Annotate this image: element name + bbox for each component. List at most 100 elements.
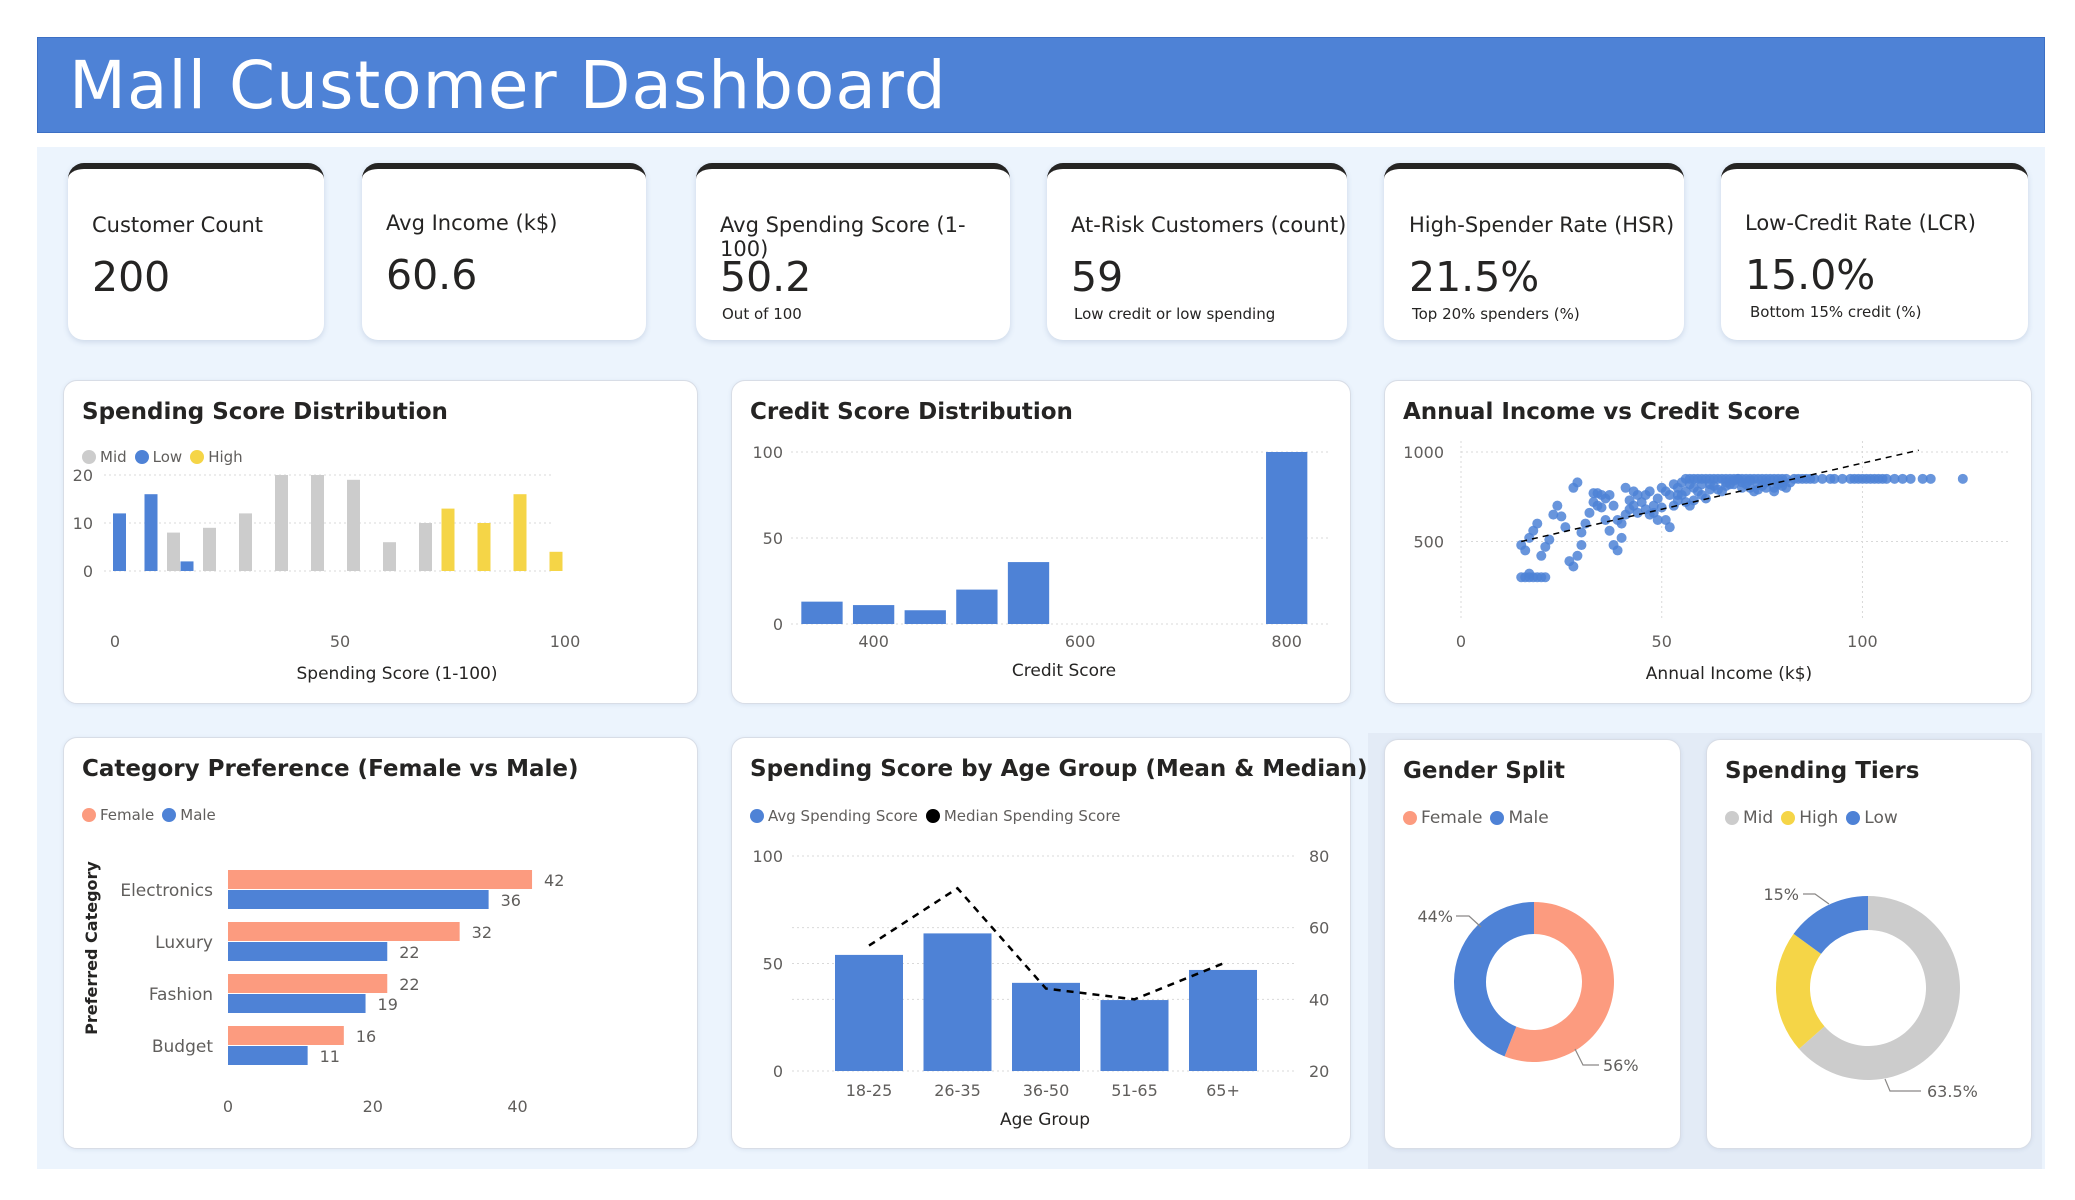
y-tick-label: 10	[73, 514, 93, 533]
x-tick-label: 40	[507, 1097, 527, 1116]
kpi-title: Customer Count	[92, 213, 264, 237]
y-tick-label: 0	[773, 615, 783, 634]
kpi-value: 59	[1071, 253, 1124, 301]
x-tick-label: 0	[1456, 632, 1466, 651]
scatter-point	[1825, 473, 1836, 484]
data-label: 32	[472, 923, 492, 942]
category-preference-chart[interactable]: Electronics4236Luxury3222Fashion2219Budg…	[64, 738, 697, 1148]
histogram-bar	[113, 513, 126, 571]
category-label: Luxury	[155, 933, 213, 953]
kpi-title: Avg Income (k$)	[386, 211, 558, 235]
scatter-point	[1652, 515, 1663, 525]
kpi-card-at-risk[interactable]: At-Risk Customers (count) 59 Low credit …	[1047, 163, 1347, 340]
scatter-point	[1532, 518, 1543, 529]
bar	[1012, 982, 1080, 1071]
histogram-bar	[180, 561, 194, 571]
y-tick-label: 0	[773, 1062, 783, 1081]
gender-split-donut[interactable]: 44% 56%	[1385, 740, 1680, 1148]
scatter-point	[1881, 473, 1892, 484]
y-tick-label: 100	[752, 847, 783, 866]
scatter-point	[1612, 515, 1623, 525]
kpi-card-avg-income[interactable]: Avg Income (k$) 60.6	[362, 163, 646, 340]
data-label: 19	[378, 995, 398, 1014]
x-tick-label: 100	[1847, 632, 1878, 651]
scatter-point	[1540, 572, 1551, 583]
kpi-card-low-credit-rate[interactable]: Low-Credit Rate (LCR) 15.0% Bottom 15% c…	[1721, 163, 2028, 340]
y-tick-label: 50	[763, 955, 783, 974]
histogram-bar	[477, 523, 491, 571]
header-bar: Mall Customer Dashboard	[37, 37, 2045, 133]
median-line	[868, 886, 1224, 1001]
kpi-card-avg-spending[interactable]: Avg Spending Score (1-100) 50.2 Out of 1…	[696, 163, 1010, 340]
x-tick-label: 36-50	[1023, 1081, 1070, 1100]
spending-by-age-chart[interactable]: 20 40 60 80 0 50 100 18-25 26-35 36-50 51-65 65+ Age…	[732, 738, 1350, 1148]
income-vs-credit-card[interactable]: Annual Income vs Credit Score 500 1000 0 50…	[1384, 380, 2032, 704]
data-label: 11	[320, 1047, 340, 1066]
histogram-bar	[167, 532, 180, 571]
bar	[923, 933, 992, 1071]
x-tick-label: 65+	[1206, 1081, 1240, 1100]
horizontal-bar	[228, 922, 460, 941]
x-tick-label: 51-65	[1111, 1081, 1158, 1100]
data-label: 22	[399, 943, 419, 962]
scatter-point	[1556, 511, 1567, 522]
x-tick-label: 0	[223, 1097, 233, 1116]
bar	[1189, 969, 1257, 1071]
histogram-bar	[311, 475, 324, 571]
kpi-title: High-Spender Rate (HSR)	[1409, 213, 1675, 237]
x-tick-label: 50	[1652, 632, 1672, 651]
data-label: 22	[399, 975, 419, 994]
kpi-title: At-Risk Customers (count)	[1071, 213, 1347, 237]
credit-distribution-chart[interactable]: 0 50 100 400 600 800 Credit Score	[732, 381, 1350, 703]
spending-distribution-card[interactable]: Spending Score Distribution Mid Low High…	[63, 380, 698, 704]
data-label: 16	[356, 1027, 376, 1046]
scatter-point	[1552, 500, 1563, 511]
histogram-bar	[1266, 452, 1308, 624]
histogram-bar	[1007, 562, 1050, 624]
scatter-point	[1612, 545, 1623, 556]
x-tick-label: 100	[550, 632, 581, 651]
credit-distribution-card[interactable]: Credit Score Distribution 0 50 100 400 600 80…	[731, 380, 1351, 704]
category-label: Budget	[152, 1037, 213, 1057]
scatter-point	[1604, 489, 1615, 500]
kpi-card-high-spender-rate[interactable]: High-Spender Rate (HSR) 21.5% Top 20% sp…	[1384, 163, 1684, 340]
histogram-bar	[203, 527, 216, 571]
spending-distribution-chart[interactable]: 0 10 20 0 50 100 Spending Score (1-100)	[64, 381, 697, 703]
x-tick-label: 400	[858, 632, 889, 651]
category-preference-card[interactable]: Category Preference (Female vs Male) Fem…	[63, 737, 698, 1149]
y2-tick-label: 20	[1309, 1062, 1329, 1081]
scatter-point	[1664, 522, 1675, 533]
gender-split-card[interactable]: Gender Split Female Male 44% 56%	[1384, 739, 1681, 1149]
kpi-subtitle: Bottom 15% credit (%)	[1750, 303, 1922, 321]
scatter-point	[1704, 479, 1715, 490]
scatter-point	[1897, 473, 1908, 484]
histogram-bar	[852, 605, 895, 624]
scatter-point	[1524, 568, 1535, 579]
kpi-title: Low-Credit Rate (LCR)	[1745, 211, 1976, 235]
histogram-bar	[904, 610, 946, 624]
x-axis-label: Age Group	[1000, 1110, 1090, 1130]
income-vs-credit-chart[interactable]: 500 1000 0 50 100 Annual Income (k$)	[1385, 381, 2031, 703]
data-label: 36	[501, 891, 521, 910]
histogram-bar	[801, 601, 843, 624]
scatter-point	[1520, 545, 1531, 556]
kpi-card-customer-count[interactable]: Customer Count 200	[68, 163, 324, 340]
y-axis-label: Preferred Category	[82, 861, 101, 1035]
spending-tiers-card[interactable]: Spending Tiers Mid High Low 15% 63.5%	[1706, 739, 2032, 1149]
histogram-bar	[144, 494, 158, 571]
leader-line	[1456, 915, 1482, 928]
slice-label: 44%	[1417, 907, 1453, 926]
y2-tick-label: 40	[1309, 990, 1329, 1009]
spending-by-age-card[interactable]: Spending Score by Age Group (Mean & Medi…	[731, 737, 1368, 1149]
kpi-value: 15.0%	[1745, 251, 1876, 299]
page-title: Mall Customer Dashboard	[69, 47, 947, 124]
x-tick-label: 0	[110, 632, 120, 651]
scatter-point	[1608, 500, 1619, 511]
y2-tick-label: 60	[1309, 919, 1329, 938]
spending-tiers-donut[interactable]: 15% 63.5%	[1707, 740, 2031, 1148]
scatter-point	[1837, 473, 1848, 484]
horizontal-bar	[228, 1046, 308, 1065]
leader-line	[1574, 1048, 1599, 1066]
histogram-bar	[513, 494, 527, 571]
y2-tick-label: 80	[1309, 847, 1329, 866]
